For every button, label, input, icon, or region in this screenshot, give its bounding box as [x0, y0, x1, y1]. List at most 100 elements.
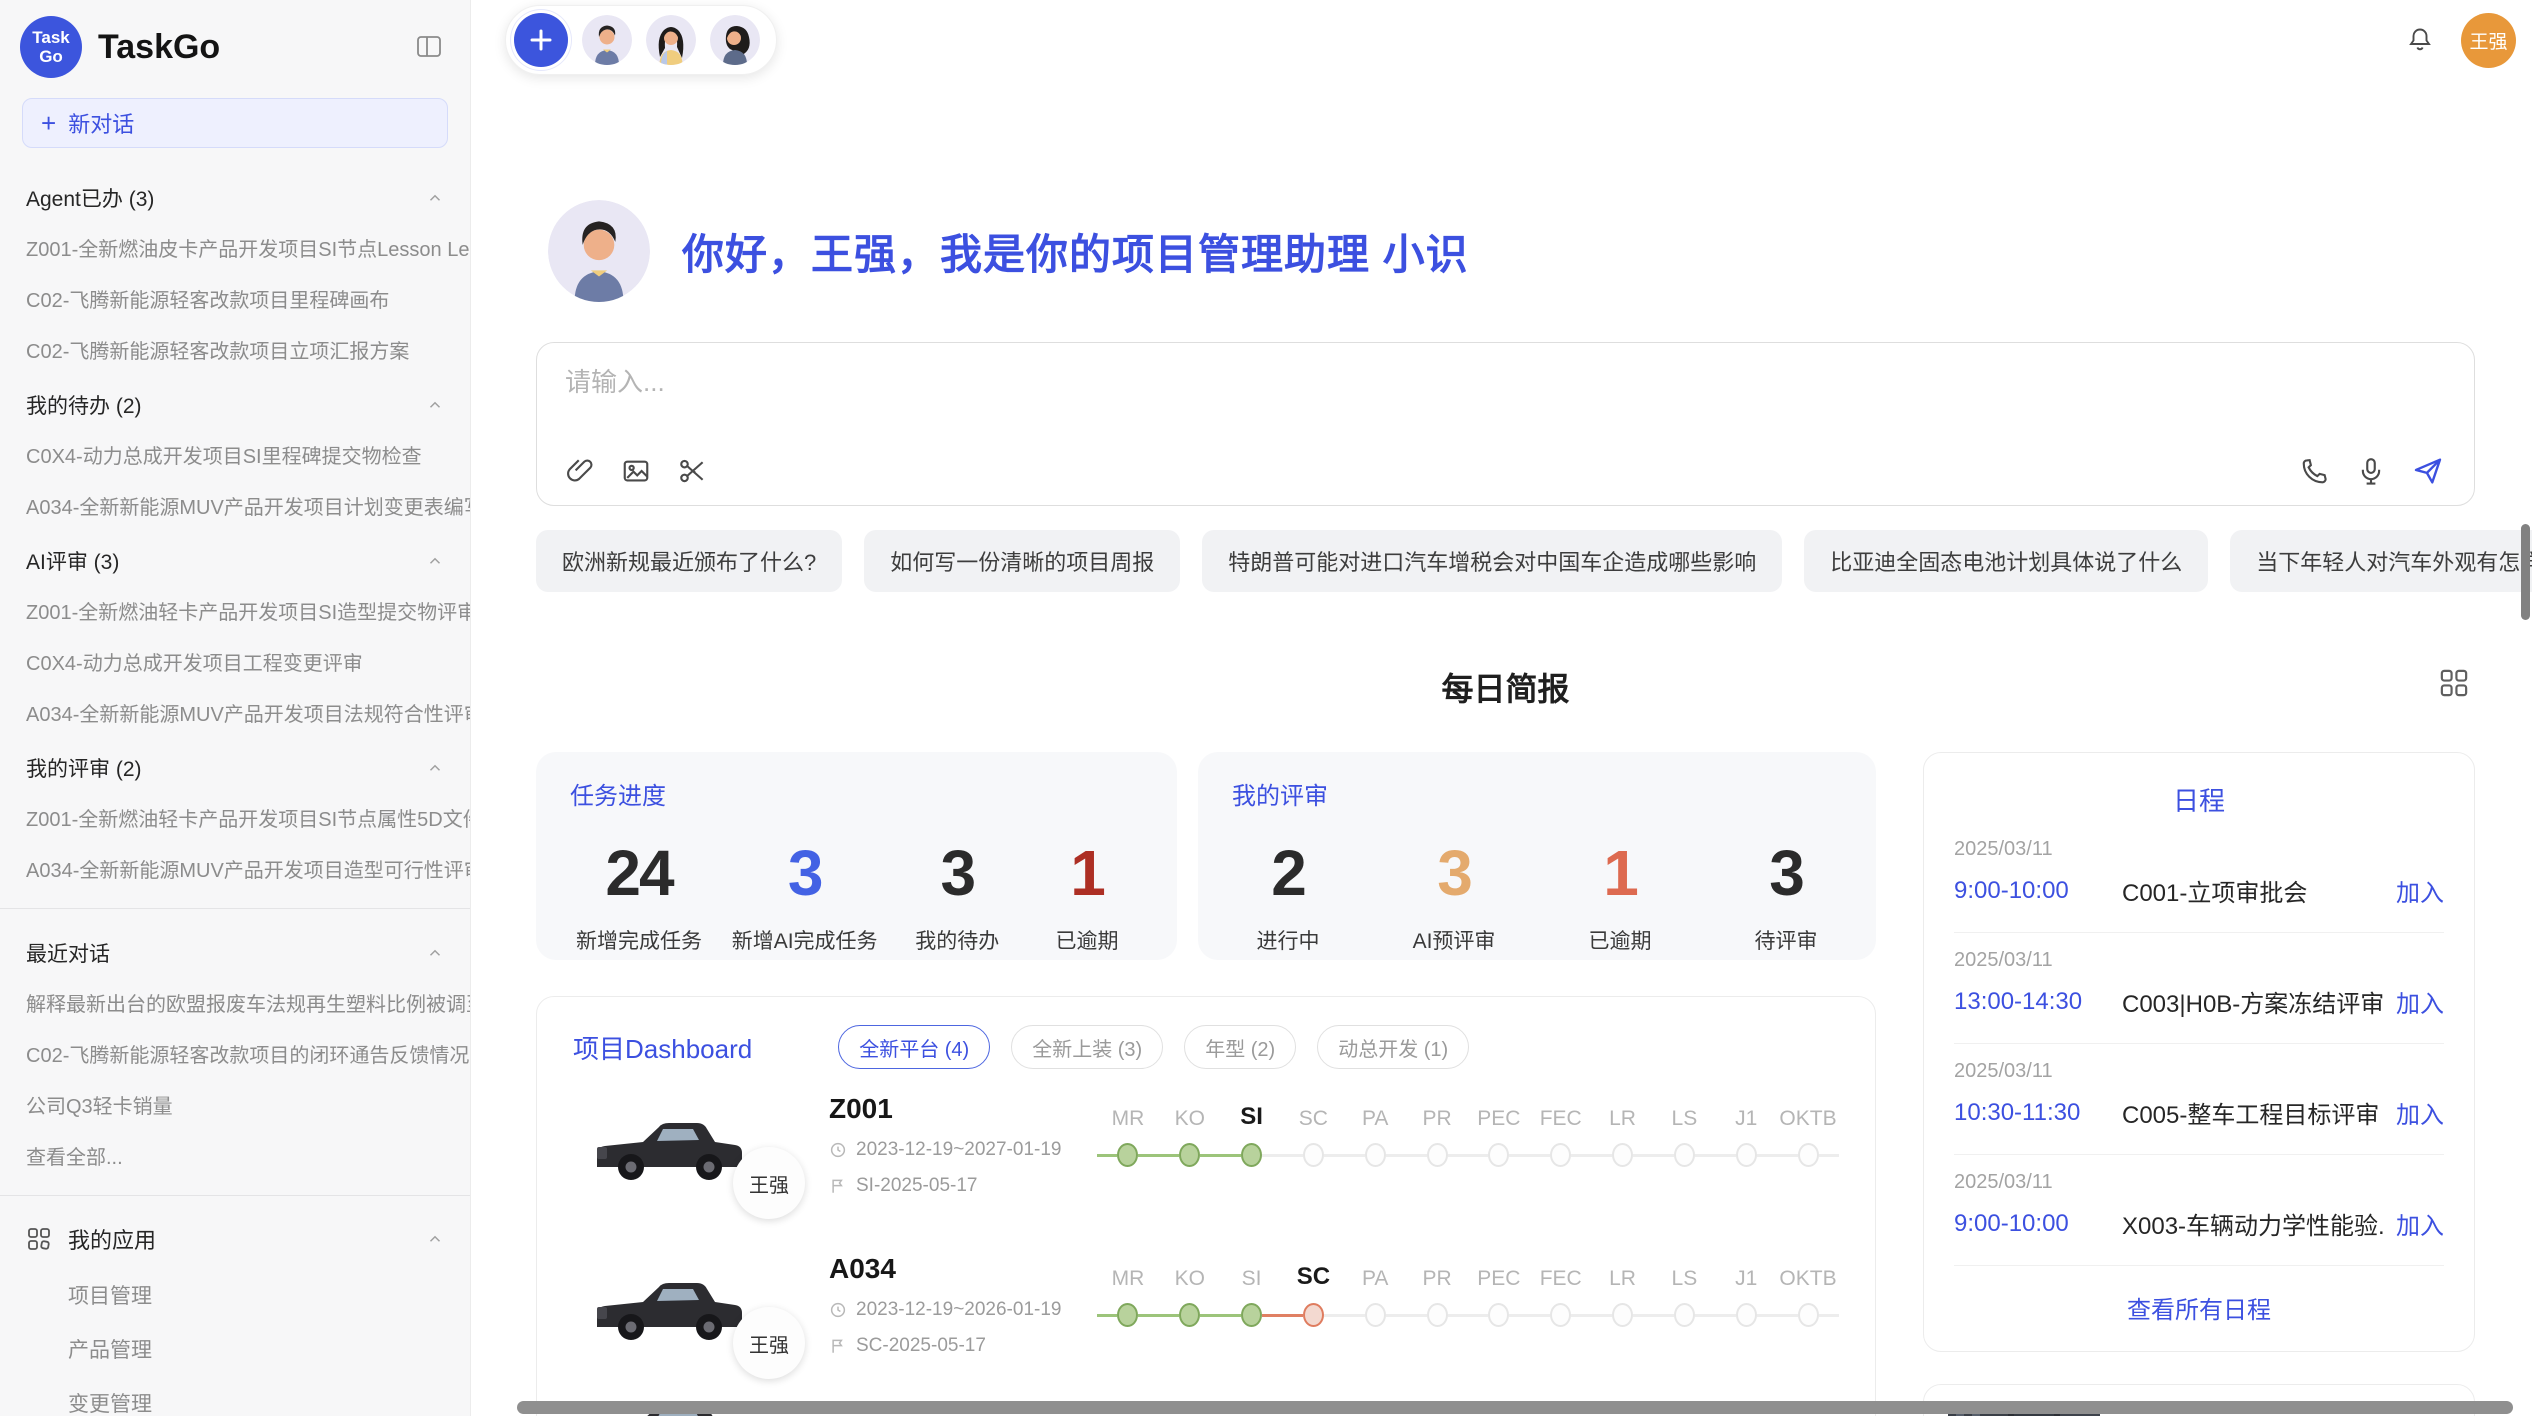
- sidebar-item[interactable]: C02-飞腾新能源轻客改款项目里程碑画布: [0, 273, 470, 324]
- vertical-scrollbar-thumb[interactable]: [2521, 524, 2530, 620]
- milestone-cell: J1: [1715, 1255, 1777, 1327]
- milestone-dot: [1674, 1303, 1695, 1327]
- section-recent-chats[interactable]: 最近对话: [0, 923, 470, 977]
- taskgo-logo: Task Go: [20, 16, 82, 78]
- milestone-cell: FEC: [1530, 1255, 1592, 1327]
- app-title: TaskGo: [98, 28, 220, 67]
- sidebar-item[interactable]: Z001-全新燃油轻卡产品开发项目SI造型提交物评审: [0, 585, 470, 636]
- recent-chat-view-all[interactable]: 查看全部...: [0, 1130, 470, 1181]
- chat-input[interactable]: [565, 367, 2444, 398]
- layout-grid-icon[interactable]: [2437, 666, 2471, 700]
- topbar: 王强: [471, 0, 2532, 74]
- section-label: 我的评审 (2): [26, 753, 142, 783]
- milestone-dot: [1550, 1143, 1571, 1167]
- bell-icon[interactable]: [2405, 25, 2435, 55]
- send-icon[interactable]: [2412, 455, 2444, 487]
- milestone-label: MR: [1112, 1255, 1145, 1291]
- suggestion-chip[interactable]: 比亚迪全固态电池计划具体说了什么: [1804, 530, 2208, 592]
- milestone-cell: PEC: [1468, 1255, 1530, 1327]
- sidebar-item[interactable]: A034-全新新能源MUV产品开发项目法规符合性评审: [0, 687, 470, 738]
- section-ai-review[interactable]: AI评审 (3): [0, 531, 470, 585]
- recent-chat-item[interactable]: C02-飞腾新能源轻客改款项目的闭环通告反馈情况: [0, 1028, 470, 1079]
- filter-chip[interactable]: 年型 (2): [1184, 1025, 1296, 1069]
- milestone-dot: [1488, 1143, 1509, 1167]
- milestone-dot: [1427, 1143, 1448, 1167]
- member-avatar[interactable]: [710, 15, 760, 65]
- join-link[interactable]: 加入: [2396, 1206, 2444, 1241]
- schedule-item[interactable]: 2025/03/11 13:00-14:30 C003|H0B-方案冻结评审 加…: [1954, 933, 2444, 1044]
- project-row[interactable]: 王强 A034 2023-12-19~2026-01-19: [573, 1253, 1839, 1357]
- sidebar-item[interactable]: Z001-全新燃油轻卡产品开发项目SI节点属性5D文件评审: [0, 792, 470, 843]
- section-my-review[interactable]: 我的评审 (2): [0, 738, 470, 792]
- schedule-name: X003-车辆动力学性能验...: [2122, 1206, 2384, 1241]
- project-row[interactable]: 王强 Z001 2023-12-19~2027-01-19: [573, 1093, 1839, 1197]
- filter-chip[interactable]: 动总开发 (1): [1317, 1025, 1469, 1069]
- stat-row: 24 新增完成任务 3 新增AI完成任务 3 我的待办: [570, 837, 1143, 955]
- new-chat-button[interactable]: + 新对话: [22, 98, 448, 148]
- milestone-dot: [1427, 1303, 1448, 1327]
- card-title: 我的评审: [1232, 776, 1842, 811]
- suggestion-chip[interactable]: 特朗普可能对进口汽车增税会对中国车企造成哪些影响: [1202, 530, 1782, 592]
- stat-value: 2: [1238, 837, 1338, 909]
- scissors-icon[interactable]: [677, 456, 707, 486]
- app-item-change-mgmt[interactable]: 变更管理: [0, 1376, 470, 1416]
- filter-chip[interactable]: 全新上装 (3): [1011, 1025, 1163, 1069]
- member-avatar[interactable]: [646, 15, 696, 65]
- sidebar-item[interactable]: A034-全新新能源MUV产品开发项目造型可行性评审: [0, 843, 470, 894]
- add-member-button[interactable]: [514, 13, 568, 67]
- milestone-dot: [1117, 1303, 1138, 1327]
- schedule-time: 13:00-14:30: [1954, 988, 2122, 1016]
- milestone-label: LR: [1609, 1255, 1636, 1291]
- milestone-track: MR KO SI SC PA PR PEC FEC LR LS J1: [1097, 1095, 1839, 1167]
- milestone-label: SC: [1297, 1255, 1330, 1291]
- member-avatar[interactable]: [582, 15, 632, 65]
- stat: 3 我的待办: [907, 837, 1007, 955]
- my-review-card: 我的评审 2 进行中 3 AI预评审: [1198, 752, 1876, 960]
- schedule-item[interactable]: 2025/03/11 10:30-11:30 C005-整车工程目标评审 加入: [1954, 1044, 2444, 1155]
- app-item-project-mgmt[interactable]: 项目管理: [0, 1268, 470, 1322]
- milestone-cell: PR: [1406, 1095, 1468, 1167]
- sidebar-item[interactable]: Z001-全新燃油皮卡产品开发项目SI节点Lesson Learn报告: [0, 222, 470, 273]
- schedule-item[interactable]: 2025/03/11 9:00-10:00 X003-车辆动力学性能验... 加…: [1954, 1155, 2444, 1266]
- user-avatar[interactable]: 王强: [2461, 13, 2516, 68]
- milestone-label: PEC: [1477, 1255, 1520, 1291]
- sidebar-item[interactable]: A034-全新新能源MUV产品开发项目计划变更表编写: [0, 480, 470, 531]
- schedule-time: 10:30-11:30: [1954, 1099, 2122, 1127]
- project-info: A034 2023-12-19~2026-01-19 SC-202: [829, 1253, 1097, 1357]
- mic-icon[interactable]: [2356, 456, 2386, 486]
- card-title: 任务进度: [570, 776, 1143, 811]
- sidebar-collapse-icon[interactable]: [414, 32, 444, 62]
- join-link[interactable]: 加入: [2396, 1095, 2444, 1130]
- recent-chat-item[interactable]: 解释最新出台的欧盟报废车法规再生塑料比例被调至15%...: [0, 977, 470, 1028]
- join-link[interactable]: 加入: [2396, 873, 2444, 908]
- milestone-cell: KO: [1159, 1255, 1221, 1327]
- schedule-item[interactable]: 2025/03/11 9:00-10:00 C001-立项审批会 加入: [1954, 822, 2444, 933]
- suggestion-chip[interactable]: 如何写一份清晰的项目周报: [864, 530, 1180, 592]
- milestone-cell: SC: [1282, 1095, 1344, 1167]
- project-milestone: SC-2025-05-17: [829, 1335, 1097, 1357]
- section-my-todo[interactable]: 我的待办 (2): [0, 375, 470, 429]
- schedule-name: C005-整车工程目标评审: [2122, 1095, 2384, 1130]
- milestone-label: SI: [1242, 1255, 1262, 1291]
- sidebar-item[interactable]: C0X4-动力总成开发项目工程变更评审: [0, 636, 470, 687]
- join-link[interactable]: 加入: [2396, 984, 2444, 1019]
- suggestion-chip[interactable]: 欧洲新规最近颁布了什么?: [536, 530, 842, 592]
- sidebar-item[interactable]: C02-飞腾新能源轻客改款项目立项汇报方案: [0, 324, 470, 375]
- filter-chip[interactable]: 全新平台 (4): [838, 1025, 990, 1069]
- flag-icon: [829, 1337, 847, 1355]
- recent-chat-item[interactable]: 公司Q3轻卡销量: [0, 1079, 470, 1130]
- milestone-label: LS: [1672, 1095, 1698, 1131]
- view-all-schedule-link[interactable]: 查看所有日程: [1954, 1266, 2444, 1325]
- stat: 2 进行中: [1238, 837, 1338, 955]
- app-item-product-mgmt[interactable]: 产品管理: [0, 1322, 470, 1376]
- image-icon[interactable]: [621, 456, 651, 486]
- section-agent-done[interactable]: Agent已办 (3): [0, 168, 470, 222]
- horizontal-scrollbar-thumb[interactable]: [517, 1401, 2513, 1414]
- suggestion-chip[interactable]: 当下年轻人对汽车外观有怎样的喜好趋势: [2230, 530, 2532, 592]
- phone-icon[interactable]: [2300, 456, 2330, 486]
- sidebar-item[interactable]: C0X4-动力总成开发项目SI里程碑提交物检查: [0, 429, 470, 480]
- left-column: 任务进度 24 新增完成任务 3 新增AI完成任务: [536, 752, 1876, 1416]
- sidebar-item-my-apps[interactable]: 我的应用: [0, 1210, 470, 1268]
- attachment-icon[interactable]: [565, 456, 595, 486]
- stat-label: AI预评审: [1404, 925, 1504, 955]
